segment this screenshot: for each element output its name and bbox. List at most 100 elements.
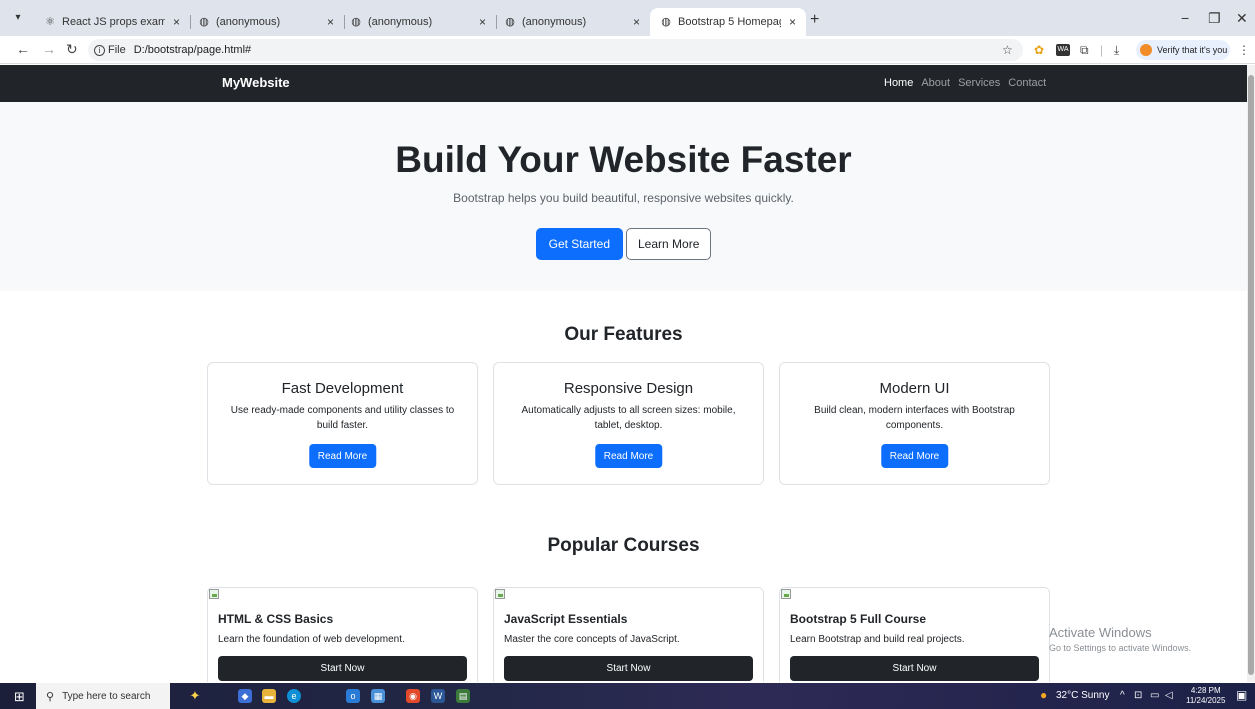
globe-favicon-icon: ◍ [505,16,515,28]
kebab-menu-icon[interactable]: ⋮ [1238,43,1250,57]
course-card-text: Learn Bootstrap and build real projects. [790,634,965,645]
store-icon[interactable]: ▦ [371,689,385,703]
whatsapp-extension-icon[interactable]: WA [1056,44,1070,56]
app-icon[interactable]: ◆ [238,689,252,703]
globe-favicon-icon: ◍ [351,16,361,28]
nav-link-services[interactable]: Services [958,77,1000,89]
feature-card: Modern UI Build clean, modern interfaces… [779,362,1050,485]
course-card: HTML & CSS Basics Learn the foundation o… [207,587,478,682]
broken-image-icon [209,589,219,599]
word-icon[interactable]: W [431,689,445,703]
hero-buttons: Get Started Learn More [0,228,1247,260]
page-scrollbar[interactable] [1247,65,1255,682]
copilot-sparkle-icon[interactable]: ✦ [188,689,202,703]
tab-close-icon[interactable]: × [633,15,640,29]
course-card: Bootstrap 5 Full Course Learn Bootstrap … [779,587,1050,682]
tray-display-icon[interactable]: ▭ [1150,690,1159,701]
start-now-button[interactable]: Start Now [790,656,1039,681]
scrollbar-thumb[interactable] [1248,75,1254,675]
nav-link-contact[interactable]: Contact [1008,77,1046,89]
windows-taskbar: ⊞ ⚲ Type here to search ✦ ◆ ▬ e o ▦ ◉ W … [0,683,1255,709]
browser-tab-active[interactable]: ◍ Bootstrap 5 Homepage × [650,8,806,36]
extensions-puzzle-icon[interactable]: ⧉ [1080,43,1089,58]
tab-title: Bootstrap 5 Homepage [678,16,781,28]
restore-icon[interactable]: ❐ [1208,10,1221,27]
outlook-icon[interactable]: o [346,689,360,703]
browser-toolbar: ← → ↻ i File D:/bootstrap/page.html# ☆ ✿… [0,36,1255,64]
broken-image-icon [781,589,791,599]
watermark-line2: Go to Settings to activate Windows. [1049,643,1192,653]
feature-card-text: Build clean, modern interfaces with Boot… [814,405,1015,431]
course-card-title: HTML & CSS Basics [218,612,334,626]
tab-title: React JS props examples [62,16,165,28]
chrome-icon[interactable]: ◉ [406,689,420,703]
tab-search-chevron-icon[interactable]: ▾ [9,9,27,27]
features-title: Our Features [564,324,683,345]
edge-icon[interactable]: e [287,689,301,703]
browser-tab[interactable]: ◍ (anonymous) × [188,8,344,36]
minimize-icon[interactable]: − [1181,10,1189,26]
tab-close-icon[interactable]: × [327,15,334,29]
browser-tab[interactable]: ◍ (anonymous) × [340,8,496,36]
react-favicon-icon: ⚛ [45,16,55,28]
activate-windows-watermark: Activate Windows Go to Settings to activ… [1049,625,1191,653]
tab-close-icon[interactable]: × [173,15,180,29]
clock-date: 11/24/2025 [1186,696,1226,705]
site-info-label: File [108,44,126,56]
tab-close-icon[interactable]: × [479,15,486,29]
weather-text[interactable]: 32°C Sunny [1056,690,1109,701]
weather-sun-icon: ● [1040,688,1048,702]
profile-verify-chip[interactable]: Verify that it's you [1136,40,1230,60]
reload-icon[interactable]: ↻ [66,41,78,58]
courses-title: Popular Courses [547,535,700,556]
nav-link-about[interactable]: About [921,77,950,89]
windows-start-icon[interactable]: ⊞ [14,689,25,705]
profile-avatar-icon [1140,44,1152,56]
search-icon: ⚲ [46,690,55,703]
close-window-icon[interactable]: ✕ [1236,10,1248,27]
extension-flower-icon[interactable]: ✿ [1034,43,1044,57]
feature-card-title: Fast Development [281,380,404,397]
tab-title: (anonymous) [522,16,587,28]
site-navbar: MyWebsite Home About Services Contact [0,65,1247,102]
page-viewport: MyWebsite Home About Services Contact Bu… [0,65,1247,682]
bookmark-star-icon[interactable]: ☆ [1002,43,1013,57]
volume-icon[interactable]: ◁ [1165,690,1173,701]
tab-close-icon[interactable]: × [789,15,796,29]
get-started-button[interactable]: Get Started [535,228,623,260]
file-explorer-icon[interactable]: ▬ [262,689,276,703]
watermark-line1: Activate Windows [1049,625,1152,640]
browser-tab[interactable]: ⚛ React JS props examples × [34,8,190,36]
globe-favicon-icon: ◍ [199,16,209,28]
read-more-button[interactable]: Read More [308,444,377,468]
learn-more-button[interactable]: Learn More [626,228,712,260]
taskbar-clock[interactable]: 4:28 PM 11/24/2025 [1186,686,1225,706]
download-icon[interactable]: ⤓ [1114,43,1119,58]
taskbar-search[interactable]: ⚲ Type here to search [36,683,170,709]
feature-card: Responsive Design Automatically adjusts … [493,362,764,485]
forward-icon[interactable]: → [42,41,56,57]
tab-title: (anonymous) [368,16,433,28]
new-tab-button[interactable]: + [810,11,819,29]
chart-app-icon[interactable]: ▤ [456,689,470,703]
course-card-text: Learn the foundation of web development. [218,634,405,645]
broken-image-icon [495,589,505,599]
tray-chevron-up-icon[interactable]: ^ [1120,690,1125,701]
nav-link-home[interactable]: Home [884,77,913,89]
start-now-button[interactable]: Start Now [504,656,753,681]
read-more-button[interactable]: Read More [594,444,663,468]
address-url: D:/bootstrap/page.html# [133,44,252,56]
navbar-brand[interactable]: MyWebsite [222,75,290,90]
read-more-button[interactable]: Read More [880,444,949,468]
address-bar[interactable]: i File D:/bootstrap/page.html# [88,39,1023,61]
site-info-chip[interactable]: i File [94,44,126,56]
tray-network-icon[interactable]: ⊡ [1134,690,1142,701]
feature-card: Fast Development Use ready-made componen… [207,362,478,485]
back-icon[interactable]: ← [16,41,30,57]
notifications-icon[interactable]: ▣ [1236,688,1247,702]
globe-favicon-icon: ◍ [661,16,671,28]
start-now-button[interactable]: Start Now [218,656,467,681]
feature-card-title: Responsive Design [563,380,694,397]
browser-tab[interactable]: ◍ (anonymous) × [494,8,650,36]
hero-subtitle: Bootstrap helps you build beautiful, res… [453,191,794,205]
